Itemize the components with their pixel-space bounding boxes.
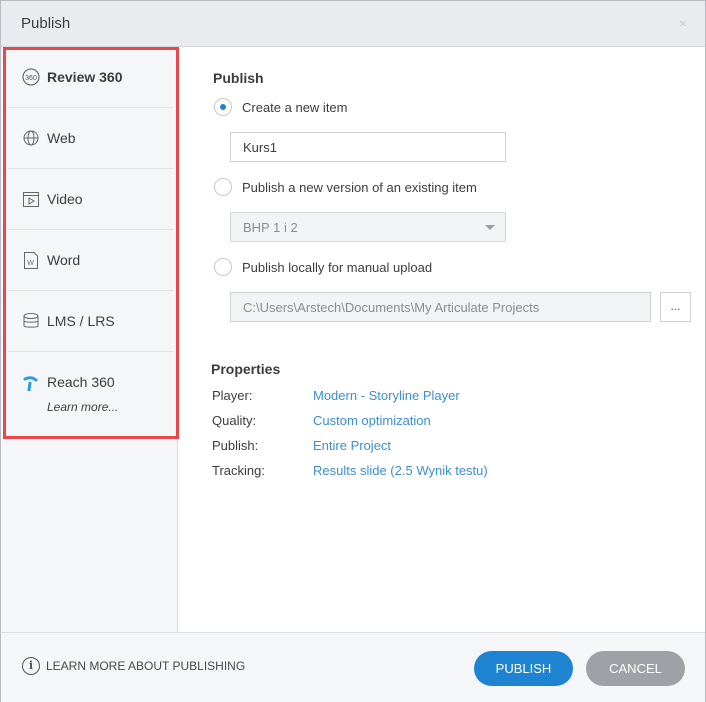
new-item-name-input[interactable] [230, 132, 506, 162]
existing-item-selected-value: BHP 1 i 2 [243, 219, 298, 235]
close-icon[interactable]: × [679, 15, 687, 31]
local-path-input[interactable] [230, 292, 651, 322]
info-icon: i [22, 657, 40, 675]
sidebar-item-label: Video [47, 191, 83, 207]
radio-button-selected[interactable] [214, 98, 232, 116]
radio-label: Publish locally for manual upload [242, 259, 433, 275]
property-label-tracking: Tracking: [212, 463, 265, 478]
database-icon [22, 312, 40, 330]
sidebar-item-review-360[interactable]: 360 Review 360 [7, 47, 174, 108]
cancel-button[interactable]: CANCEL [586, 651, 685, 686]
radio-button[interactable] [214, 178, 232, 196]
publish-heading: Publish [213, 70, 264, 86]
publish-target-sidebar: 360 Review 360 Web Video W Word LMS / LR… [1, 47, 178, 632]
learn-more-publishing-link[interactable]: i LEARN MORE ABOUT PUBLISHING [22, 657, 245, 675]
sidebar-item-video[interactable]: Video [7, 169, 174, 230]
publish-dialog: Publish × 360 Review 360 Web Video W Wor… [0, 0, 706, 702]
existing-item-dropdown[interactable]: BHP 1 i 2 [230, 212, 506, 242]
property-label-quality: Quality: [212, 413, 257, 428]
chevron-down-icon [485, 225, 495, 230]
sidebar-item-web[interactable]: Web [7, 108, 174, 169]
property-value-player[interactable]: Modern - Storyline Player [313, 388, 460, 403]
title-bar: Publish × [1, 1, 705, 47]
sidebar-item-reach-360[interactable]: Reach 360 Learn more... [7, 352, 174, 434]
dialog-footer: i LEARN MORE ABOUT PUBLISHING PUBLISH CA… [1, 632, 705, 702]
reach-learn-more-link[interactable]: Learn more... [47, 400, 118, 414]
sidebar-item-label: Review 360 [47, 69, 123, 85]
radio-publish-new-version[interactable]: Publish a new version of an existing ite… [214, 178, 477, 196]
property-label-publish: Publish: [212, 438, 259, 453]
sidebar-item-label: Reach 360 [47, 374, 115, 390]
sidebar-item-label: LMS / LRS [47, 313, 115, 329]
property-label-player: Player: [212, 388, 253, 403]
radio-label: Publish a new version of an existing ite… [242, 179, 477, 195]
reach-360-icon [22, 374, 40, 392]
sidebar-item-label: Word [47, 252, 81, 268]
property-value-tracking[interactable]: Results slide (2.5 Wynik testu) [313, 463, 488, 478]
properties-heading: Properties [211, 361, 281, 377]
globe-icon [22, 129, 40, 147]
publish-button[interactable]: PUBLISH [474, 651, 573, 686]
radio-button[interactable] [214, 258, 232, 276]
svg-text:360: 360 [25, 75, 37, 82]
video-icon [22, 190, 40, 208]
word-document-icon: W [22, 251, 40, 269]
property-value-quality[interactable]: Custom optimization [313, 413, 431, 428]
radio-create-new-item[interactable]: Create a new item [214, 98, 348, 116]
property-value-publish[interactable]: Entire Project [313, 438, 391, 453]
review-360-icon: 360 [22, 68, 40, 86]
sidebar-item-lms-lrs[interactable]: LMS / LRS [7, 291, 174, 352]
sidebar-item-word[interactable]: W Word [7, 230, 174, 291]
publish-options-panel: Publish Create a new item Publish a new … [179, 47, 705, 632]
radio-label: Create a new item [242, 99, 348, 115]
learn-more-label: LEARN MORE ABOUT PUBLISHING [46, 659, 246, 673]
radio-publish-locally[interactable]: Publish locally for manual upload [214, 258, 432, 276]
browse-folder-button[interactable]: ... [660, 292, 691, 322]
dialog-title: Publish [21, 15, 71, 32]
sidebar-item-label: Web [47, 130, 76, 146]
svg-text:W: W [27, 260, 34, 267]
